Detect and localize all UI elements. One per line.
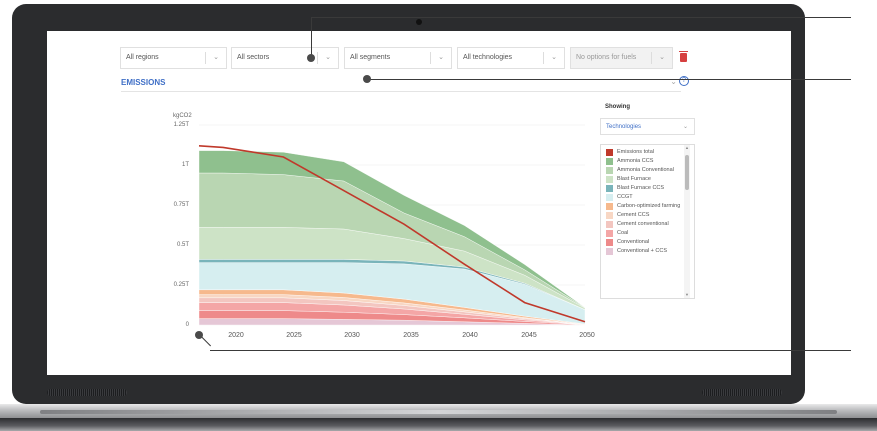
legend-item[interactable]: Ammonia Conventional: [601, 167, 694, 175]
callout-line: [367, 79, 851, 80]
callout-line: [311, 17, 312, 58]
legend-item-label: Conventional: [617, 239, 650, 245]
legend-item[interactable]: Cement CCS: [601, 212, 694, 220]
legend-item[interactable]: Blast Furnace CCS: [601, 185, 694, 193]
x-tick-label: 2020: [228, 332, 244, 339]
legend-swatch: [606, 176, 613, 183]
legend-item-label: Coal: [617, 230, 629, 236]
legend-swatch: [606, 230, 613, 237]
callout-line: [210, 350, 851, 351]
showing-select-value: Technologies: [606, 124, 642, 130]
legend-item[interactable]: Carbon-optimized farming: [601, 203, 694, 211]
legend-swatch: [606, 158, 613, 165]
callout-marker: [363, 75, 371, 83]
callout-line: [311, 17, 851, 18]
legend-item[interactable]: Ammonia CCS: [601, 158, 694, 166]
legend-item-label: Carbon-optimized farming: [617, 203, 681, 209]
legend-swatch: [606, 239, 613, 246]
screen: All regions ⌄ All sectors ⌄ All segments…: [47, 31, 791, 375]
laptop-lid: All regions ⌄ All sectors ⌄ All segments…: [12, 4, 805, 404]
legend-swatch: [606, 194, 613, 201]
legend-item-label: Cement conventional: [617, 221, 669, 227]
legend-list[interactable]: Emissions total Ammonia CCS Ammonia Conven…: [600, 144, 695, 299]
legend-swatch: [606, 203, 613, 210]
laptop-base-shadow: [0, 418, 877, 431]
chevron-down-icon: ⌄: [682, 124, 688, 130]
legend-swatch: [606, 167, 613, 174]
x-tick-label: 2040: [462, 332, 478, 339]
legend-item-label: Conventional + CCS: [617, 248, 667, 254]
legend-swatch: [606, 221, 613, 228]
left-speaker-grille: [47, 389, 127, 396]
legend-item-label: Ammonia Conventional: [617, 167, 674, 173]
legend-swatch: [606, 149, 613, 156]
legend-item[interactable]: Blast Furnace: [601, 176, 694, 184]
legend-item[interactable]: Coal: [601, 230, 694, 238]
showing-select[interactable]: Technologies ⌄: [600, 118, 695, 135]
showing-label: Showing: [605, 104, 630, 110]
legend-item-label: Emissions total: [617, 149, 654, 155]
legend-swatch: [606, 248, 613, 255]
legend-item[interactable]: Conventional: [601, 239, 694, 247]
camera-icon: [416, 19, 422, 25]
legend-swatch: [606, 185, 613, 192]
callout-marker: [307, 54, 315, 62]
laptop-hinge: [40, 410, 837, 414]
scroll-up-icon[interactable]: ▲: [684, 145, 690, 150]
legend-item[interactable]: Cement conventional: [601, 221, 694, 229]
legend-item-label: Cement CCS: [617, 212, 650, 218]
legend-item[interactable]: Conventional + CCS: [601, 248, 694, 256]
callout-marker: [195, 331, 203, 339]
x-tick-label: 2045: [521, 332, 537, 339]
right-speaker-grille: [702, 389, 782, 396]
legend-item-label: Ammonia CCS: [617, 158, 654, 164]
legend-item-label: Blast Furnace: [617, 176, 651, 182]
x-tick-label: 2050: [579, 332, 595, 339]
x-tick-label: 2030: [344, 332, 360, 339]
legend-swatch: [606, 212, 613, 219]
x-tick-label: 2025: [286, 332, 302, 339]
legend-item-label: Blast Furnace CCS: [617, 185, 665, 191]
legend-item[interactable]: Emissions total: [601, 149, 694, 157]
x-tick-label: 2035: [403, 332, 419, 339]
legend-scroll-thumb[interactable]: [685, 155, 689, 190]
scroll-down-icon[interactable]: ▼: [684, 292, 690, 297]
legend-item[interactable]: CCGT: [601, 194, 694, 202]
legend-item-label: CCGT: [617, 194, 633, 200]
